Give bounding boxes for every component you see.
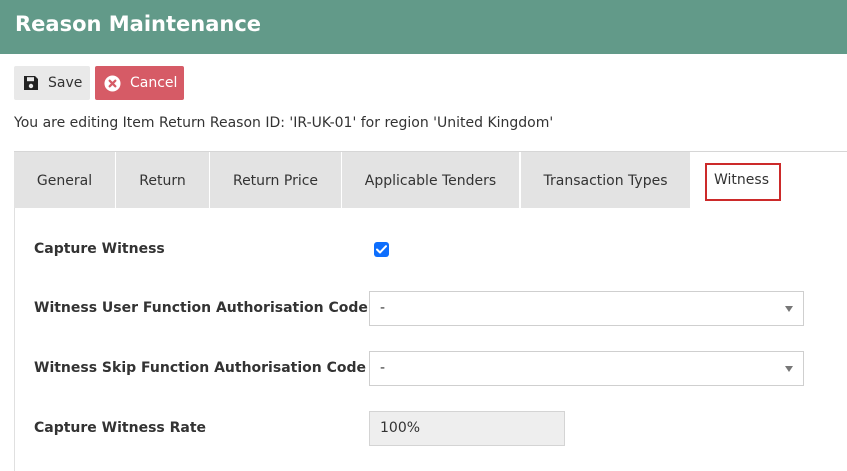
close-circle-icon: [104, 74, 121, 92]
page-header: Reason Maintenance: [0, 0, 847, 54]
tab-bar: General Return Return Price Applicable T…: [14, 151, 847, 209]
tab-general[interactable]: General: [14, 152, 115, 209]
skip-function-code-label: Witness Skip Function Authorisation Code: [34, 360, 366, 376]
cancel-button-label: Cancel: [130, 75, 178, 91]
tab-return[interactable]: Return: [116, 152, 209, 209]
user-function-code-select[interactable]: -: [369, 291, 804, 326]
tab-label: Witness: [714, 172, 769, 188]
capture-rate-input[interactable]: 100%: [369, 411, 565, 446]
editing-info-text: You are editing Item Return Reason ID: '…: [14, 115, 554, 131]
capture-witness-label: Capture Witness: [34, 241, 165, 257]
tab-return-price[interactable]: Return Price: [210, 152, 341, 209]
user-function-code-label: Witness User Function Authorisation Code: [34, 300, 368, 316]
tab-label: Applicable Tenders: [364, 172, 497, 189]
page-title: Reason Maintenance: [15, 12, 262, 36]
tab-label: Return: [139, 172, 186, 189]
tab-witness[interactable]: Witness: [691, 152, 847, 209]
skip-function-code-value: -: [380, 360, 386, 376]
user-function-code-value: -: [380, 300, 386, 316]
tab-label: General: [36, 172, 93, 189]
tab-label: Return Price: [232, 172, 319, 189]
tab-applicable-tenders[interactable]: Applicable Tenders: [342, 152, 519, 209]
skip-function-code-select[interactable]: -: [369, 351, 804, 386]
check-icon: [376, 245, 387, 254]
tab-transaction-types[interactable]: Transaction Types: [521, 152, 690, 209]
chevron-down-icon: [785, 306, 793, 312]
save-button[interactable]: Save: [14, 66, 90, 100]
capture-witness-checkbox[interactable]: [374, 242, 389, 257]
save-button-label: Save: [48, 75, 83, 91]
cancel-button[interactable]: Cancel: [95, 66, 184, 100]
chevron-down-icon: [785, 366, 793, 372]
capture-rate-label: Capture Witness Rate: [34, 420, 207, 436]
floppy-disk-icon: [24, 76, 38, 90]
tab-label: Transaction Types: [543, 172, 668, 189]
capture-rate-value: 100%: [380, 420, 421, 436]
